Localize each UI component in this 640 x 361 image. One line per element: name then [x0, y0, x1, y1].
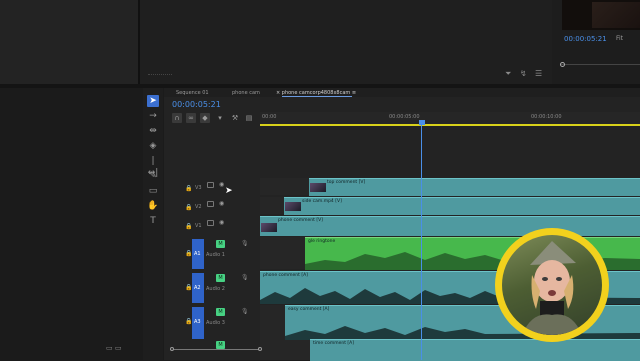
clip-a3-label: easy comment [A] — [288, 307, 330, 312]
webcam-presenter — [522, 241, 582, 335]
program-monitor-scrubber[interactable] — [560, 64, 640, 65]
filter-icon[interactable]: ⏷ — [505, 69, 511, 79]
tab-sequence-01[interactable]: Sequence 01 — [176, 90, 209, 96]
list-icon[interactable]: ☰ — [535, 69, 542, 78]
track-a2-name: Audio 2 — [206, 286, 225, 292]
tab-phone-cam[interactable]: phone cam — [232, 90, 260, 96]
clip-v2[interactable]: side cam.mp4 [V] — [284, 197, 640, 215]
program-monitor-fit-select[interactable]: Fit — [616, 35, 623, 42]
selection-tool-icon[interactable]: ➤ — [147, 95, 159, 107]
clip-v3[interactable]: top comment [V] — [309, 178, 640, 196]
mute-a3-button[interactable]: M — [216, 308, 225, 316]
project-panel — [0, 0, 138, 84]
type-tool-icon[interactable]: T — [147, 215, 159, 227]
clip-a2-label: phone comment [A] — [263, 273, 308, 278]
snap-icon[interactable]: ∩ — [172, 113, 182, 123]
lock-v3-icon[interactable]: 🔒 — [185, 185, 192, 192]
source-panel — [140, 0, 552, 84]
eye-v1-icon[interactable]: ◉ — [219, 219, 224, 226]
tools-panel: ➤ → ⇹ ◈ |↔| ✎ ▭ ✋ T — [143, 88, 163, 360]
linked-selection-icon[interactable]: ∞ — [186, 113, 196, 123]
scrollbar-left-handle[interactable] — [170, 347, 174, 351]
rectangle-tool-icon[interactable]: ▭ — [147, 185, 159, 197]
clip-v2-thumbnail — [285, 202, 301, 211]
mute-a1-button[interactable]: M — [216, 240, 225, 248]
active-tab-indicator — [282, 96, 352, 97]
slip-tool-icon[interactable]: |↔| — [147, 155, 159, 178]
razor-tool-icon[interactable]: ◈ — [147, 140, 159, 152]
wrench-icon[interactable]: ⚒ — [230, 113, 240, 123]
eye-v3-icon[interactable]: ◉ — [219, 181, 224, 188]
clip-v3-label: top comment [V] — [327, 180, 366, 185]
settings-icon[interactable]: ↯ — [520, 69, 527, 78]
ruler-label-10: 00:00:10:00 — [531, 114, 562, 120]
panel-bottom-icons[interactable]: ▭ ▭ — [106, 344, 121, 352]
track-select-tool-icon[interactable]: → — [147, 110, 159, 122]
program-monitor-timecode[interactable]: 00:00:05:21 — [564, 35, 607, 43]
panel-grip[interactable] — [148, 74, 172, 76]
work-area-bar[interactable] — [260, 124, 640, 126]
track-a2-id[interactable]: A2 — [194, 285, 201, 291]
sync-lock-v1[interactable] — [207, 220, 214, 226]
track-v2-label[interactable]: V2 — [195, 204, 202, 210]
lock-v2-icon[interactable]: 🔒 — [185, 204, 192, 211]
track-a1-name: Audio 1 — [206, 252, 225, 258]
eye-v2-icon[interactable]: ◉ — [219, 200, 224, 207]
add-marker-icon[interactable]: ◆ — [200, 113, 210, 123]
mic-a2-icon[interactable]: 🎙 — [241, 274, 249, 281]
track-v3-label[interactable]: V3 — [195, 185, 202, 191]
timeline-horizontal-scrollbar[interactable] — [170, 347, 262, 351]
track-v1-label[interactable]: V1 — [195, 223, 202, 229]
sync-lock-v3[interactable] — [207, 182, 214, 188]
ripple-edit-tool-icon[interactable]: ⇹ — [147, 125, 159, 137]
webcam-video — [502, 235, 602, 335]
ruler-label-0: 00:00 — [262, 114, 277, 120]
lock-a3-icon[interactable]: 🔒 — [185, 318, 192, 325]
clip-v3-thumbnail — [310, 183, 326, 192]
lock-a1-icon[interactable]: 🔒 — [185, 250, 192, 257]
lock-v1-icon[interactable]: 🔒 — [185, 223, 192, 230]
clip-v1-label: phone comment [V] — [278, 218, 323, 223]
timeline-timecode[interactable]: 00:00:05:21 — [172, 100, 221, 109]
clip-a4-label: time comment [A] — [313, 341, 354, 346]
playhead-head[interactable] — [419, 120, 425, 125]
playhead-line[interactable] — [421, 124, 422, 360]
clip-v1[interactable]: phone comment [V] — [260, 216, 640, 236]
mic-a1-icon[interactable]: 🎙 — [241, 240, 249, 247]
clip-a4[interactable]: time comment [A] — [310, 339, 640, 361]
pen-tool-icon[interactable]: ✎ — [147, 170, 159, 182]
mouse-cursor-icon: ➤ — [225, 186, 233, 196]
scrollbar-track[interactable] — [170, 349, 262, 350]
track-a3-id[interactable]: A3 — [194, 319, 201, 325]
scrollbar-right-handle[interactable] — [258, 347, 262, 351]
track-a1-id[interactable]: A1 — [194, 251, 201, 257]
program-monitor-video — [562, 0, 640, 30]
marker-dropdown-icon[interactable]: ▾ — [215, 113, 225, 123]
clip-v1-thumbnail — [261, 223, 277, 232]
captions-icon[interactable]: ▤ — [244, 113, 254, 123]
lock-a2-icon[interactable]: 🔒 — [185, 284, 192, 291]
track-a3-name: Audio 3 — [206, 320, 225, 326]
mic-a3-icon[interactable]: 🎙 — [241, 308, 249, 315]
mute-a2-button[interactable]: M — [216, 274, 225, 282]
ruler-label-5: 00:00:05:00 — [389, 114, 420, 120]
clip-v2-label: side cam.mp4 [V] — [302, 199, 342, 204]
hand-tool-icon[interactable]: ✋ — [147, 200, 159, 212]
sync-lock-v2[interactable] — [207, 201, 214, 207]
program-monitor-playhead-knob[interactable] — [560, 62, 565, 67]
